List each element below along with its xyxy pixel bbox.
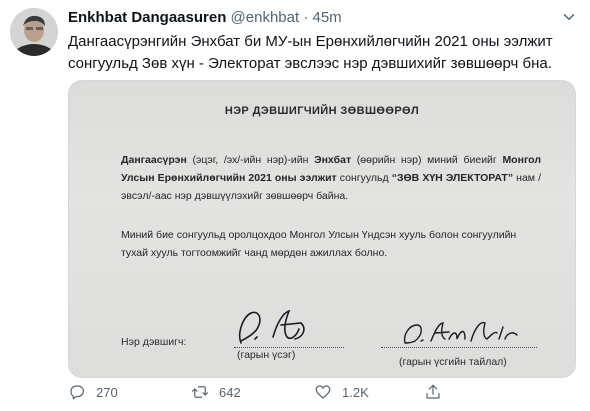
share-icon: [426, 384, 440, 399]
document-paragraph-1: Дангаасүрэн (эцэг, /эх/-ийн нэр)-ийн Энх…: [121, 151, 541, 205]
coalition-name: “ЗӨВ ХҮН ЭЛЕКТОРАТ”: [391, 172, 514, 184]
like-count: 1.2K: [342, 384, 369, 400]
reply-count: 270: [96, 384, 118, 400]
candidate-surname: Дангаасүрэн: [121, 154, 187, 166]
tweet-text: Дангаасүрэнгийн Энхбат би МУ-ын Ерөнхийл…: [68, 33, 553, 72]
paragraph-text: (өөрийн нэр) миний биеийг: [351, 154, 503, 166]
retweet-count: 642: [219, 384, 241, 400]
signature-label: (гарын үсэг): [237, 349, 296, 361]
decryption-line: [381, 347, 537, 348]
chevron-down-icon[interactable]: [560, 8, 578, 26]
retweet-icon: [191, 386, 209, 398]
tweet[interactable]: Enkhbat Dangaasuren @enkhbat · 45m Данга…: [0, 0, 590, 411]
decryption-label: (гарын үсгийн тайлал): [399, 356, 507, 368]
document-paper: НЭР ДЭВШИГЧИЙН ЗӨВШӨӨРӨЛ Дангаасүрэн (эц…: [69, 81, 575, 377]
retweet-button[interactable]: 642: [191, 381, 241, 403]
candidate-name: Энхбат: [314, 154, 352, 166]
tweet-actions: 270 642 1.2K: [68, 381, 578, 403]
attached-photo[interactable]: НЭР ДЭВШИГЧИЙН ЗӨВШӨӨРӨЛ Дангаасүрэн (эц…: [68, 80, 576, 378]
paragraph-text: сонгуульд: [336, 172, 392, 184]
signature-line: [234, 347, 344, 348]
candidate-label: Нэр дэвшигч:: [121, 336, 187, 348]
user-avatar-photo: [10, 8, 58, 56]
reply-button[interactable]: 270: [68, 381, 118, 403]
document-paragraph-2: Миний бие сонгуульд оролцохдоо Монгол Ул…: [121, 229, 517, 259]
reply-icon: [70, 385, 84, 400]
separator-dot: ·: [303, 9, 309, 26]
author-handle[interactable]: @enkhbat: [231, 9, 300, 26]
candidate-signature: [238, 309, 305, 344]
handwritten-name-decryption: [403, 321, 518, 344]
document-title: НЭР ДЭВШИГЧИЙН ЗӨВШӨӨРӨЛ: [224, 105, 420, 117]
heart-icon: [315, 385, 331, 399]
like-button[interactable]: 1.2K: [314, 381, 369, 403]
tweet-header: Enkhbat Dangaasuren @enkhbat · 45m: [68, 9, 342, 27]
author-name[interactable]: Enkhbat Dangaasuren: [68, 9, 226, 26]
timestamp[interactable]: 45m: [313, 9, 342, 26]
paragraph-text: (эцэг, /эх/-ийн нэр)-ийн: [186, 154, 315, 166]
avatar[interactable]: [10, 8, 58, 56]
share-button[interactable]: [424, 381, 452, 403]
